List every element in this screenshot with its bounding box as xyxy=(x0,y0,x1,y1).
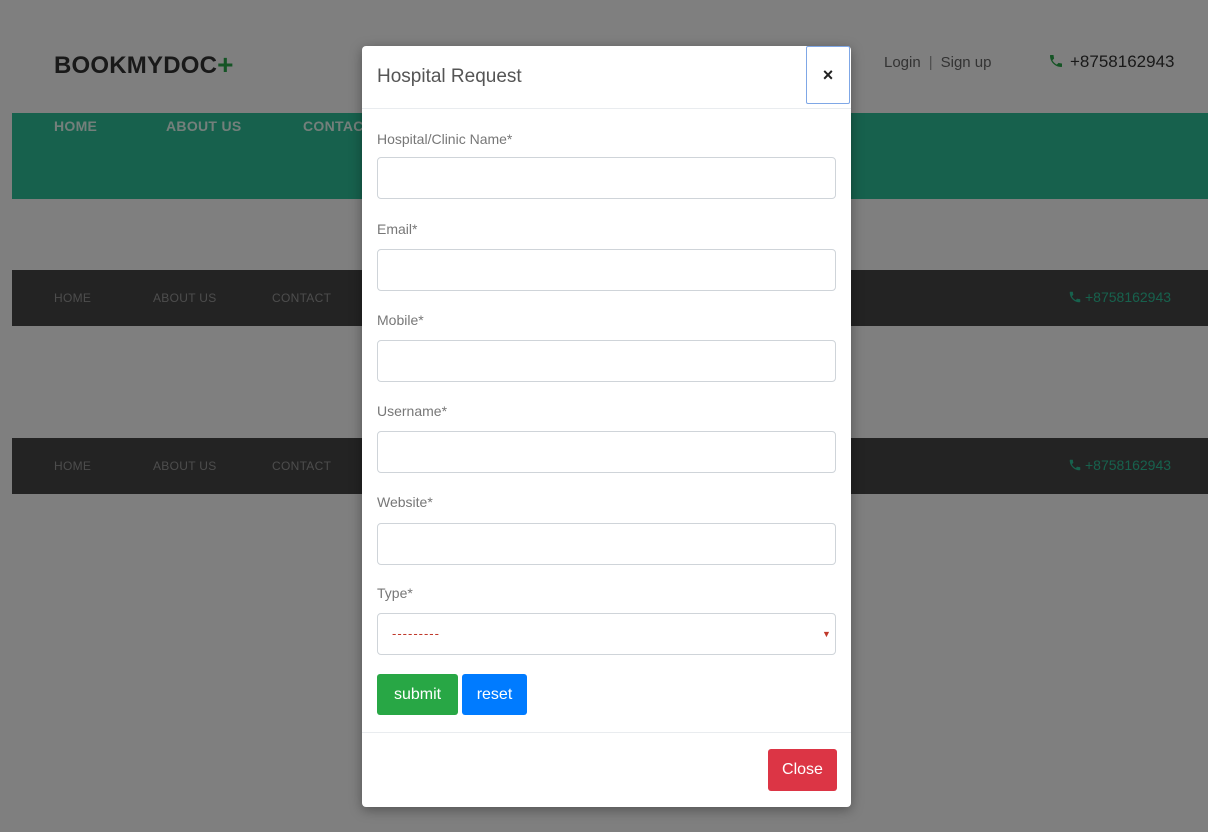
close-button[interactable]: Close xyxy=(768,749,837,791)
website-input[interactable] xyxy=(377,523,836,565)
username-label: Username* xyxy=(377,403,448,419)
mobile-input[interactable] xyxy=(377,340,836,382)
caret-down-icon: ▼ xyxy=(822,629,831,639)
type-select-value: --------- xyxy=(392,626,440,641)
modal-header: Hospital Request × xyxy=(362,46,851,109)
close-x-button[interactable]: × xyxy=(806,46,850,104)
username-input[interactable] xyxy=(377,431,836,473)
modal-footer: Close xyxy=(362,732,851,808)
reset-button[interactable]: reset xyxy=(462,674,527,715)
website-label: Website* xyxy=(377,494,433,510)
modal-title: Hospital Request xyxy=(377,66,522,87)
email-input[interactable] xyxy=(377,249,836,291)
hospital-name-input[interactable] xyxy=(377,157,836,199)
mobile-label: Mobile* xyxy=(377,312,424,328)
type-label: Type* xyxy=(377,585,413,601)
submit-button[interactable]: submit xyxy=(377,674,458,715)
hospital-name-label: Hospital/Clinic Name* xyxy=(377,131,513,147)
email-label: Email* xyxy=(377,221,418,237)
type-select[interactable]: --------- ▼ xyxy=(377,613,836,655)
hospital-request-modal: Hospital Request × Hospital/Clinic Name*… xyxy=(362,46,851,807)
